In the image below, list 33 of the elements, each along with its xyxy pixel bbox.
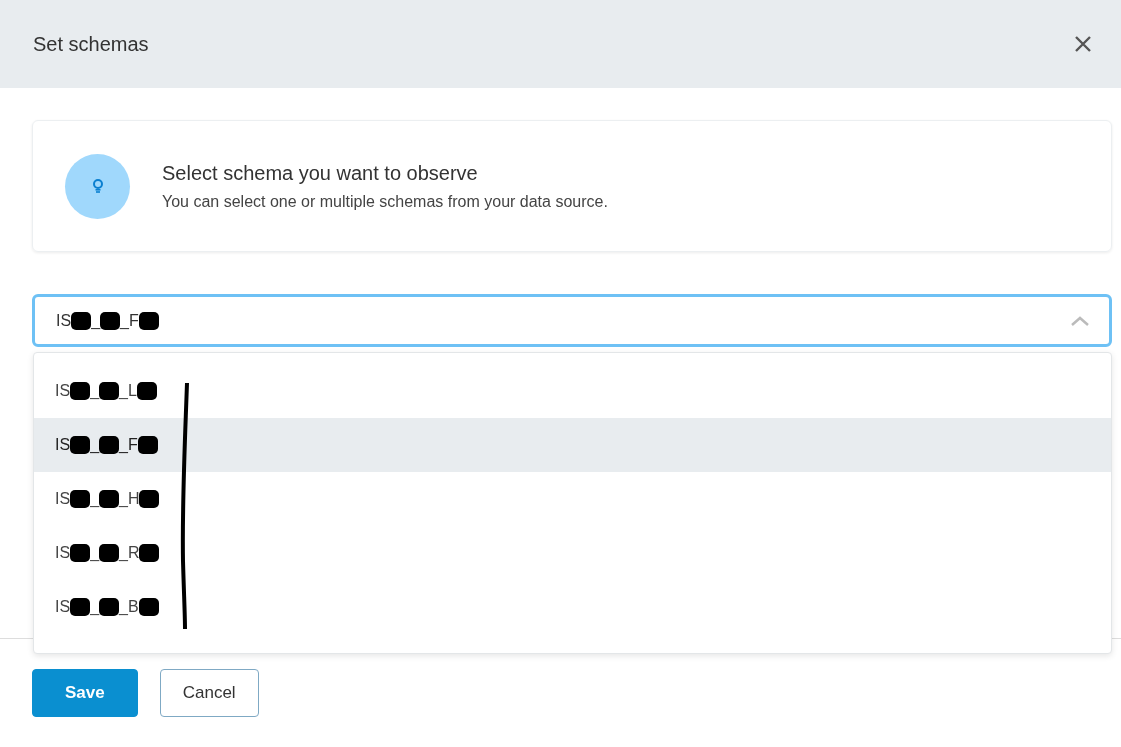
- info-text: You can select one or multiple schemas from your data source.: [162, 192, 608, 211]
- cancel-button[interactable]: Cancel: [159, 669, 259, 717]
- redaction-mark: [100, 311, 121, 330]
- redaction-mark: [137, 436, 158, 454]
- redaction-mark: [70, 598, 91, 616]
- redaction-mark: [99, 436, 120, 454]
- save-button[interactable]: Save: [32, 669, 138, 717]
- dropdown-option[interactable]: IS _ _R: [34, 526, 1111, 580]
- redaction-mark: [138, 598, 159, 616]
- redaction-mark: [70, 382, 91, 400]
- close-icon: [1073, 34, 1093, 54]
- info-title: Select schema you want to observe: [162, 161, 479, 185]
- dropdown-option[interactable]: IS _ _F: [34, 418, 1111, 472]
- dropdown-option[interactable]: IS _ _H: [34, 472, 1111, 526]
- dropdown-option[interactable]: IS _ _B: [34, 580, 1111, 634]
- schema-select[interactable]: IS _ _F: [32, 294, 1112, 347]
- redaction-mark: [99, 598, 120, 616]
- dropdown-option[interactable]: IS _ _L: [34, 364, 1111, 418]
- redaction-mark: [70, 544, 91, 562]
- redaction-mark: [139, 490, 160, 508]
- redaction-mark: [99, 544, 120, 562]
- dialog-title: Set schemas: [33, 32, 149, 56]
- redaction-mark: [70, 436, 91, 454]
- redaction-mark: [99, 382, 120, 400]
- redaction-mark: [138, 311, 159, 330]
- redaction-mark: [99, 490, 120, 508]
- redaction-mark: [70, 490, 91, 508]
- redaction-mark: [139, 544, 160, 562]
- chevron-up-icon: [1071, 315, 1089, 326]
- redaction-mark: [71, 311, 92, 330]
- redaction-mark: [136, 382, 157, 400]
- lightbulb-icon: [91, 179, 104, 193]
- select-value: IS _ _F: [56, 311, 159, 330]
